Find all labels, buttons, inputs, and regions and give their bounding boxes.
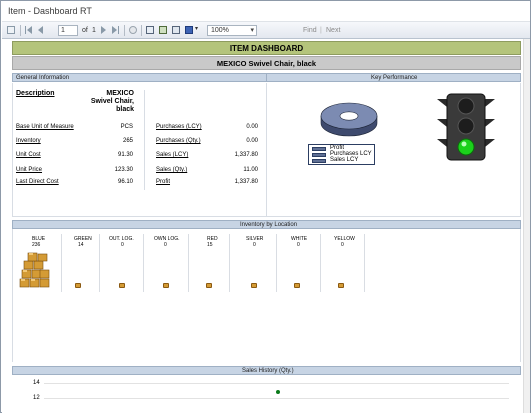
toolbar-separator: [141, 25, 142, 36]
panel-divider: [266, 83, 267, 216]
purchases-qty-label: Purchases (Qty.): [156, 138, 201, 144]
location-qty: 15: [207, 242, 213, 248]
sales-lcy-label: Sales (LCY): [156, 152, 189, 158]
base-unit-value: PCS: [120, 124, 133, 130]
save-dropdown-icon[interactable]: ▾: [195, 25, 198, 36]
box-icon: [294, 283, 300, 288]
location-qty: 14: [78, 242, 84, 248]
panel-border: [12, 229, 13, 362]
legend-swatch: [312, 153, 326, 157]
description-label: Description: [16, 90, 55, 97]
general-info-header: General Information Key Performance: [12, 73, 521, 82]
purchases-lcy-value: 0.00: [246, 124, 258, 130]
panel-border: [520, 229, 521, 362]
inventory-title: Inventory by Location: [240, 222, 298, 228]
box-icon: [119, 283, 125, 288]
page-of-label: of: [82, 27, 88, 34]
last-direct-cost-label: Last Direct Cost: [16, 179, 59, 185]
box-icon: [251, 283, 257, 288]
inventory-value: 265: [122, 138, 133, 144]
yellow-light: [457, 117, 475, 135]
unit-price-value: 123.30: [114, 167, 133, 173]
performance-legend: Profit Purchases LCY Sales LCY: [308, 144, 375, 165]
page-setup-icon[interactable]: [172, 26, 180, 34]
location-qty: 0: [341, 242, 344, 248]
sales-qty-label: Sales (Qty.): [156, 167, 188, 173]
box-icon: [206, 283, 212, 288]
description-value: MEXICO Swivel Chair, black: [90, 90, 134, 113]
sales-qty-value: 11.00: [243, 167, 258, 173]
toolbar-separator: [124, 25, 125, 36]
sales-history-header: Sales History (Qty.): [12, 366, 521, 375]
page-number-input[interactable]: 1: [58, 25, 78, 36]
panel-border: [12, 216, 521, 217]
y-tick-label: 14: [33, 380, 40, 386]
purchases-qty-value: 0.00: [246, 138, 258, 144]
print-layout-icon[interactable]: [159, 26, 167, 34]
key-performance-title: Key Performance: [371, 75, 418, 81]
find-link[interactable]: Find: [303, 27, 317, 38]
profit-value: 1,337.80: [234, 179, 258, 185]
location-qty: 0: [297, 242, 300, 248]
location-qty: 0: [164, 242, 167, 248]
green-light: [457, 138, 475, 156]
next-page-icon[interactable]: [101, 26, 106, 37]
window-title: Item - Dashboard RT: [8, 6, 92, 16]
location-qty: 236: [32, 242, 41, 248]
next-link[interactable]: Next: [326, 27, 340, 38]
red-light: [457, 97, 475, 115]
vertical-scrollbar[interactable]: [523, 39, 530, 413]
purchases-lcy-label: Purchases (LCY): [156, 124, 202, 130]
unit-cost-label: Unit Cost: [16, 152, 41, 158]
title-bar: Item - Dashboard RT: [2, 2, 530, 22]
sales-lcy-value: 1,337.80: [234, 152, 258, 158]
profit-label: Profit: [156, 179, 171, 185]
legend-label: Sales LCY: [330, 157, 359, 163]
unit-cost-value: 91.30: [117, 152, 133, 158]
toolbar-separator: [20, 25, 21, 36]
save-icon[interactable]: [185, 26, 193, 34]
gridline: [44, 383, 509, 384]
menu-icon[interactable]: [7, 26, 15, 34]
report-title: ITEM DASHBOARD: [12, 41, 521, 55]
general-info-title: General Information: [16, 75, 70, 81]
report-subtitle: MEXICO Swivel Chair, black: [12, 56, 521, 70]
location-name: YELLOW: [334, 236, 355, 242]
sales-data-point: [276, 390, 280, 394]
stop-icon[interactable]: [129, 26, 137, 34]
base-unit-label: Base Unit of Measure: [16, 124, 74, 130]
box-icon: [75, 283, 81, 288]
header-divider: [266, 74, 267, 81]
panel-border: [12, 83, 13, 216]
last-direct-cost-value: 96.10: [117, 179, 133, 185]
legend-item-sales-lcy: Sales LCY: [312, 157, 372, 164]
box-icon: [338, 283, 344, 288]
location-qty: 0: [253, 242, 256, 248]
traffic-light-icon: [437, 93, 495, 161]
zoom-select[interactable]: 100%: [207, 25, 257, 36]
legend-swatch: [312, 159, 326, 163]
find-separator: |: [320, 27, 322, 34]
location-qty: 0: [121, 242, 124, 248]
report-window: Item - Dashboard RT 1 of 1 ▾ 100% Find: [0, 0, 531, 413]
gridline: [44, 398, 509, 399]
report-toolbar: 1 of 1 ▾ 100% Find | Next: [2, 22, 530, 39]
page-total: 1: [92, 27, 96, 34]
print-icon[interactable]: [146, 26, 154, 34]
inventory-label: Inventory: [16, 138, 41, 144]
y-tick-label: 12: [33, 395, 40, 401]
panel-border: [520, 83, 521, 216]
performance-ring-chart: [320, 102, 378, 137]
panel-divider: [144, 90, 145, 190]
box-stack-icon: [19, 252, 50, 288]
unit-price-label: Unit Price: [16, 167, 43, 173]
inventory-header: Inventory by Location: [12, 220, 521, 229]
ring-hole: [339, 111, 359, 121]
previous-page-icon[interactable]: [38, 26, 43, 37]
sales-history-title: Sales History (Qty.): [242, 368, 294, 374]
box-icon: [163, 283, 169, 288]
legend-swatch: [312, 147, 326, 151]
